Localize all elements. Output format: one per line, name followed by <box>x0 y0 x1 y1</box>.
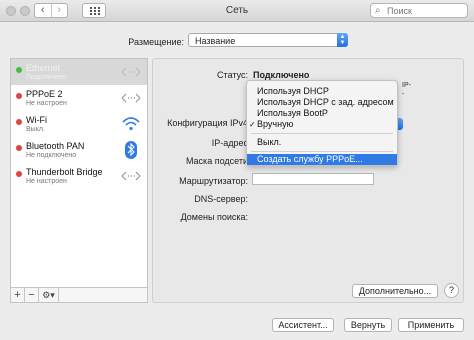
menu-item-dhcp[interactable]: Используя DHCP <box>247 86 397 97</box>
service-list-toolbar: + − ⚙▾ <box>10 288 148 303</box>
add-service-button[interactable]: + <box>11 288 25 302</box>
title-bar: ‹ › Сеть ⌕ <box>0 0 474 22</box>
menu-item-label: Используя DHCP <box>257 86 329 96</box>
service-item-wifi[interactable]: Wi-Fi Выкл. <box>11 111 147 137</box>
search-box[interactable]: ⌕ <box>370 3 468 18</box>
menu-item-label: Используя DHCP с зад. адресом <box>257 97 394 107</box>
service-status: Не настроен <box>26 100 67 107</box>
gear-icon[interactable]: ⚙▾ <box>39 288 59 302</box>
status-dot <box>16 93 22 99</box>
service-name: Ethernet <box>26 63 61 73</box>
bluetooth-icon <box>125 141 137 159</box>
dns-label: DNS-сервер: <box>194 194 248 204</box>
menu-separator <box>251 151 393 152</box>
service-list: Ethernet Подключено PPPoE 2 Не настроен … <box>10 58 148 288</box>
service-item-ethernet[interactable]: Ethernet Подключено <box>11 59 147 85</box>
service-name: Wi-Fi <box>26 115 47 125</box>
router-label: Маршрутизатор: <box>179 176 248 186</box>
location-select[interactable]: Название ▲ ▼ <box>188 33 348 47</box>
chevron-updown-icon: ▲ ▼ <box>337 33 348 47</box>
service-item-thunderbolt[interactable]: Thunderbolt Bridge Не настроен <box>11 163 147 189</box>
service-status: Не настроен <box>26 178 67 185</box>
service-item-pppoe[interactable]: PPPoE 2 Не настроен <box>11 85 147 111</box>
status-dot <box>16 145 22 151</box>
advanced-button[interactable]: Дополнительно... <box>352 284 438 298</box>
service-status: Подключено <box>26 74 67 81</box>
ethernet-arrows-icon <box>121 171 141 181</box>
status-value: Подключено <box>253 70 310 80</box>
service-item-bluetooth[interactable]: Bluetooth PAN Не подключено <box>11 137 147 163</box>
status-label: Статус: <box>217 70 248 80</box>
checkmark-icon: ✓ <box>249 120 256 129</box>
wifi-icon <box>122 117 140 131</box>
ethernet-arrows-icon <box>121 67 141 77</box>
status-note: IP- <box>402 82 411 89</box>
menu-item-create-pppoe[interactable]: Создать службу PPPoE... <box>247 154 397 165</box>
menu-item-label: Выкл. <box>257 137 282 147</box>
status-dot <box>16 171 22 177</box>
help-button[interactable]: ? <box>444 283 459 298</box>
status-dot <box>16 67 22 73</box>
service-status: Выкл. <box>26 126 45 133</box>
apply-button[interactable]: Применить <box>398 318 464 332</box>
menu-item-label: Создать службу PPPoE... <box>257 154 363 164</box>
menu-item-label: Вручную <box>257 119 294 129</box>
menu-separator <box>251 133 393 134</box>
service-name: Bluetooth PAN <box>26 141 85 151</box>
location-value: Название <box>195 36 236 46</box>
menu-item-manual[interactable]: ✓ Вручную <box>247 119 397 130</box>
status-note-2: - <box>402 91 405 98</box>
menu-item-bootp[interactable]: Используя BootP <box>247 108 397 119</box>
search-input[interactable] <box>387 4 465 17</box>
service-name: Thunderbolt Bridge <box>26 167 103 177</box>
menu-item-off[interactable]: Выкл. <box>247 137 397 148</box>
ipv4-config-label: Конфигурация IPv4 <box>167 118 248 128</box>
revert-button[interactable]: Вернуть <box>344 318 392 332</box>
search-domains-label: Домены поиска: <box>180 212 248 222</box>
service-name: PPPoE 2 <box>26 89 63 99</box>
ipv4-config-menu: Используя DHCP Используя DHCP с зад. адр… <box>246 80 398 166</box>
location-label: Размещение: <box>128 37 184 47</box>
assist-button[interactable]: Ассистент... <box>272 318 334 332</box>
service-status: Не подключено <box>26 152 77 159</box>
ip-address-label: IP-адрес <box>211 138 248 148</box>
subnet-mask-label: Маска подсети <box>185 156 248 166</box>
status-dot <box>16 119 22 125</box>
remove-service-button[interactable]: − <box>25 288 39 302</box>
menu-item-label: Используя BootP <box>257 108 328 118</box>
ethernet-arrows-icon <box>121 93 141 103</box>
search-icon: ⌕ <box>375 5 381 16</box>
router-field[interactable] <box>252 173 374 185</box>
menu-item-dhcp-manual[interactable]: Используя DHCP с зад. адресом <box>247 97 397 108</box>
